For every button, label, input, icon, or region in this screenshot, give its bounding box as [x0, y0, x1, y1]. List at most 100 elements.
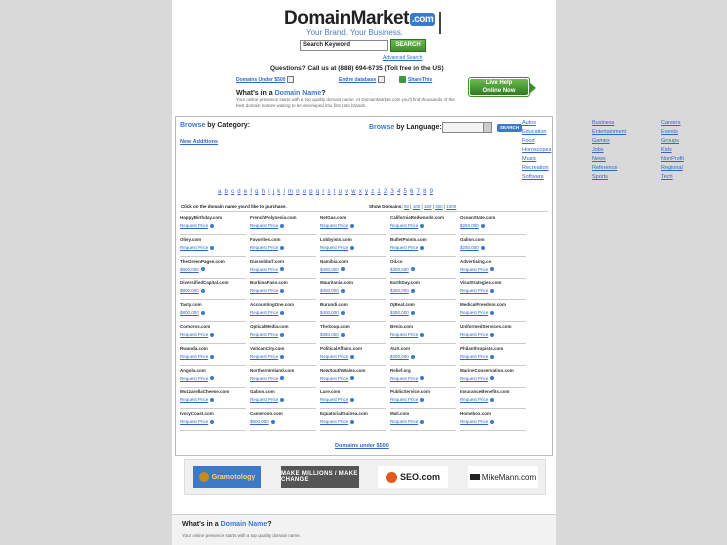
- info-icon[interactable]: [410, 289, 415, 294]
- domain-price[interactable]: Request Price: [250, 354, 316, 359]
- alphabet-link-m[interactable]: m: [288, 189, 293, 195]
- domain-price[interactable]: Request Price: [390, 245, 456, 250]
- category-link-sports[interactable]: Sports: [592, 173, 626, 182]
- domain-name-link[interactable]: Comoros.com: [180, 324, 246, 329]
- category-link-business[interactable]: Business: [592, 119, 626, 128]
- alphabet-link-v[interactable]: v: [345, 189, 348, 195]
- info-icon[interactable]: [210, 354, 215, 359]
- category-link-autos[interactable]: Autos: [522, 119, 551, 128]
- alphabet-link-r[interactable]: r: [322, 189, 324, 195]
- info-icon[interactable]: [490, 289, 495, 294]
- domain-name-link[interactable]: MozzarellaCheese.com: [180, 389, 246, 394]
- alphabet-link-i[interactable]: i: [268, 189, 269, 195]
- category-link-food[interactable]: Food: [522, 137, 551, 146]
- alphabet-link-4[interactable]: 4: [397, 189, 400, 195]
- domain-name-link[interactable]: Angola.com: [180, 368, 246, 373]
- info-icon[interactable]: [480, 245, 485, 250]
- language-search-button[interactable]: SEARCH: [497, 124, 522, 132]
- domain-price[interactable]: Request Price: [460, 419, 526, 424]
- domains-under-500-link[interactable]: Domains under $500: [335, 443, 389, 449]
- domain-name-link[interactable]: IvoryCoast.com: [180, 411, 246, 416]
- category-link-jobs[interactable]: Jobs: [592, 146, 626, 155]
- domain-price[interactable]: Request Price: [250, 223, 316, 228]
- info-icon[interactable]: [350, 420, 355, 424]
- alphabet-link-w[interactable]: w: [351, 189, 355, 195]
- domain-name-link[interactable]: DjBeat.com: [390, 302, 456, 307]
- info-icon[interactable]: [280, 376, 285, 381]
- info-icon[interactable]: [490, 420, 495, 424]
- alphabet-link-y[interactable]: y: [365, 189, 368, 195]
- domain-name-link[interactable]: Tasty.com: [180, 302, 246, 307]
- alphabet-link-p[interactable]: p: [309, 189, 312, 195]
- info-icon[interactable]: [210, 398, 215, 403]
- info-icon[interactable]: [210, 245, 215, 250]
- domain-name-link[interactable]: BurkinaFaso.com: [250, 280, 316, 285]
- domain-price[interactable]: Request Price: [250, 288, 316, 293]
- info-icon[interactable]: [490, 311, 495, 315]
- domain-name-link[interactable]: FrenchPolynesia.com: [250, 215, 316, 220]
- category-link-entertainment[interactable]: Entertainment: [592, 128, 626, 137]
- alphabet-link-f[interactable]: f: [250, 189, 252, 195]
- info-icon[interactable]: [420, 376, 425, 381]
- info-icon[interactable]: [490, 354, 495, 359]
- info-icon[interactable]: [280, 245, 285, 250]
- alphabet-link-z[interactable]: z: [371, 189, 374, 195]
- banner-gramotology[interactable]: Gramotology: [193, 466, 261, 488]
- alphabet-link-n[interactable]: n: [296, 189, 299, 195]
- domain-name-link[interactable]: UniformedServices.com: [460, 324, 526, 329]
- info-icon[interactable]: [410, 311, 415, 315]
- site-logo[interactable]: DomainMarket .com Your Brand. Your Busine…: [284, 6, 444, 37]
- domain-price[interactable]: Request Price: [460, 376, 526, 381]
- info-icon[interactable]: [340, 311, 345, 315]
- info-icon[interactable]: [490, 267, 495, 272]
- domain-price[interactable]: Request Price: [250, 267, 316, 272]
- domain-name-link[interactable]: OpticalMedia.com: [250, 324, 316, 329]
- advanced-search-link[interactable]: Advanced Search: [383, 55, 422, 61]
- domain-name-link[interactable]: Lobbyists.com: [320, 237, 386, 242]
- new-additions-link[interactable]: New Additions: [180, 139, 218, 145]
- alphabet-link-o[interactable]: o: [303, 189, 306, 195]
- domain-price[interactable]: Request Price: [250, 245, 316, 250]
- domain-name-link[interactable]: AUX.com: [390, 346, 456, 351]
- domain-price[interactable]: $250,000: [460, 223, 526, 228]
- show-domains-option-100[interactable]: 100: [413, 204, 421, 209]
- domain-price[interactable]: Request Price: [460, 397, 526, 402]
- show-domains-option-1000[interactable]: 1000: [446, 204, 456, 209]
- category-link-nonprofit[interactable]: NonProfit: [661, 155, 684, 164]
- category-link-music[interactable]: Music: [522, 155, 551, 164]
- info-icon[interactable]: [350, 223, 355, 228]
- domain-name-link[interactable]: Gabon.com: [250, 389, 316, 394]
- info-icon[interactable]: [420, 245, 425, 250]
- domain-price[interactable]: Request Price: [390, 376, 456, 381]
- domain-price[interactable]: Request Price: [390, 332, 456, 337]
- domain-price[interactable]: Request Price: [180, 223, 246, 228]
- domain-price[interactable]: $800,000: [180, 267, 246, 272]
- category-link-education[interactable]: Education: [522, 128, 551, 137]
- category-link-news[interactable]: News: [592, 155, 626, 164]
- domain-name-link[interactable]: PublicService.com: [390, 389, 456, 394]
- info-icon[interactable]: [350, 376, 355, 381]
- search-button[interactable]: SEARCH: [390, 39, 426, 52]
- domain-name-link[interactable]: Namibia.com: [320, 259, 386, 264]
- domain-name-link[interactable]: Burundi.com: [320, 302, 386, 307]
- domain-price[interactable]: $800,000: [180, 288, 246, 293]
- info-icon[interactable]: [280, 332, 285, 337]
- alphabet-link-6[interactable]: 6: [410, 189, 413, 195]
- domain-name-link[interactable]: EarthDay.com: [390, 280, 456, 285]
- alphabet-link-h[interactable]: h: [262, 189, 265, 195]
- alphabet-link-d[interactable]: d: [237, 189, 240, 195]
- info-icon[interactable]: [350, 354, 355, 359]
- domain-name-link[interactable]: Homebox.com: [460, 411, 526, 416]
- domain-price[interactable]: Request Price: [320, 354, 386, 359]
- domain-price[interactable]: Request Price: [320, 376, 386, 381]
- domain-price[interactable]: $400,000: [320, 288, 386, 293]
- alphabet-link-e[interactable]: e: [244, 189, 247, 195]
- info-icon[interactable]: [490, 376, 495, 381]
- domain-price[interactable]: $350,000: [320, 332, 386, 337]
- info-icon[interactable]: [200, 267, 205, 272]
- domain-name-link[interactable]: MarineConservation.com: [460, 368, 526, 373]
- info-icon[interactable]: [420, 420, 425, 424]
- banner-mikemann[interactable]: MikeMann.com: [468, 466, 538, 488]
- domain-name-link[interactable]: Mauritania.com: [320, 280, 386, 285]
- domain-name-link[interactable]: VisaStrategies.com: [460, 280, 526, 285]
